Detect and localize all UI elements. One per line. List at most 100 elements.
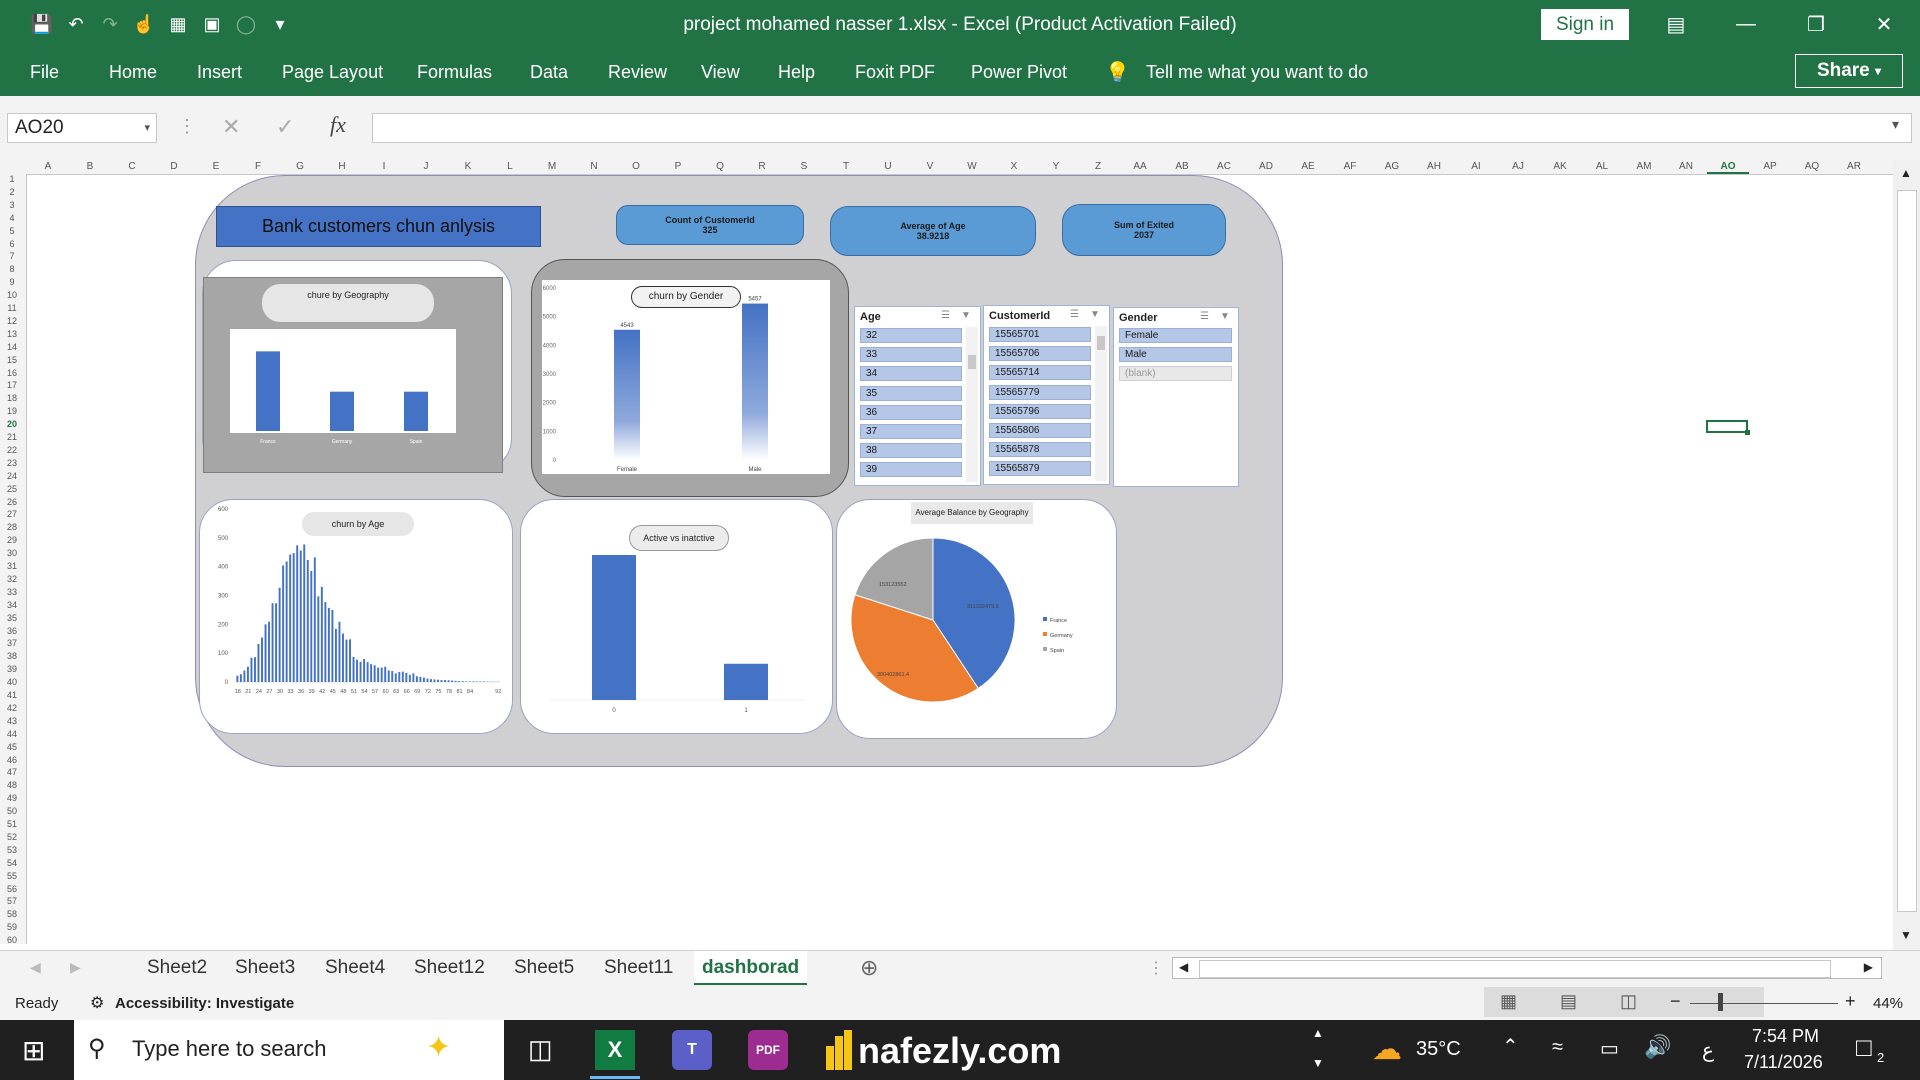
horizontal-scrollbar[interactable]: ◀ ▶ <box>1172 957 1882 979</box>
bar-age-30[interactable] <box>278 587 281 682</box>
pdf-app-icon[interactable]: PDF <box>748 1030 788 1070</box>
windows-start-icon[interactable]: ⊞ <box>22 1034 45 1067</box>
column-header[interactable]: AK <box>1539 161 1581 172</box>
slicer-item[interactable]: 15565714 <box>989 365 1091 381</box>
row-header[interactable]: 45 <box>0 742 24 752</box>
name-box[interactable]: AO20 ▾ <box>7 113 157 143</box>
age-slicer[interactable]: Age ☰ ▼ 32 33 34 35 36 37 38 39 <box>854 306 981 486</box>
row-header[interactable]: 44 <box>0 729 24 739</box>
geography-chart-area[interactable]: chure by Geography France Germany Spain <box>203 277 503 473</box>
task-view-icon[interactable]: ◫ <box>528 1034 553 1065</box>
bar-age-50[interactable] <box>349 639 351 682</box>
bar-1[interactable] <box>724 663 768 700</box>
row-header[interactable]: 57 <box>0 896 24 906</box>
bar-age-72[interactable] <box>426 678 429 682</box>
bar-age-26[interactable] <box>264 624 267 682</box>
bar-age-67[interactable] <box>408 674 411 682</box>
multi-select-icon[interactable]: ☰ <box>1200 311 1209 322</box>
bar-age-56[interactable] <box>370 664 373 682</box>
row-header[interactable]: 41 <box>0 690 24 700</box>
bar-age-53[interactable] <box>359 661 362 682</box>
column-header[interactable]: A <box>27 161 69 172</box>
column-header[interactable]: S <box>783 161 825 172</box>
slicer-item[interactable]: (blank) <box>1119 366 1232 382</box>
row-header[interactable]: 4 <box>0 213 24 223</box>
slicer-item[interactable]: 15565806 <box>989 423 1091 438</box>
bar-age-38[interactable] <box>306 560 309 682</box>
column-header[interactable]: AA <box>1119 161 1161 172</box>
row-header[interactable]: 20 <box>0 419 24 429</box>
new-sheet-icon[interactable]: ⊕ <box>860 955 878 981</box>
row-header[interactable]: 11 <box>0 303 24 313</box>
bar-age-66[interactable] <box>405 672 408 682</box>
minimize-icon[interactable]: — <box>1730 10 1762 38</box>
sheet-tab-sheet12[interactable]: Sheet12 <box>414 957 485 979</box>
column-header[interactable]: X <box>993 161 1035 172</box>
row-header[interactable]: 13 <box>0 329 24 339</box>
bar-age-39[interactable] <box>310 570 313 682</box>
bar-age-19[interactable] <box>239 674 242 682</box>
clock-time[interactable]: 7:54 PM <box>1752 1026 1819 1047</box>
slicer-item[interactable]: 15565701 <box>989 327 1091 342</box>
bar-male[interactable] <box>742 303 768 460</box>
bar-age-60[interactable] <box>384 666 387 682</box>
clear-filter-icon[interactable]: ▼ <box>1220 311 1230 322</box>
restore-icon[interactable]: ❐ <box>1800 10 1832 38</box>
row-header[interactable]: 6 <box>0 239 24 249</box>
bar-spain[interactable] <box>404 391 428 431</box>
column-header[interactable]: J <box>405 161 447 172</box>
bar-age-59[interactable] <box>380 667 383 682</box>
multi-select-icon[interactable]: ☰ <box>941 310 950 321</box>
file-explorer-icon[interactable] <box>826 1030 852 1070</box>
bar-age-37[interactable] <box>303 544 306 682</box>
row-header[interactable]: 31 <box>0 561 24 571</box>
battery-icon[interactable]: ▭ <box>1600 1036 1619 1061</box>
bar-age-28[interactable] <box>271 603 274 682</box>
scroll-thumb[interactable] <box>1897 190 1917 912</box>
row-header[interactable]: 56 <box>0 884 24 894</box>
multi-select-icon[interactable]: ☰ <box>1070 309 1079 320</box>
slicer-item[interactable]: 32 <box>860 328 962 343</box>
row-header[interactable]: 23 <box>0 458 24 468</box>
kpi-count-customers[interactable]: Count of CustomerId 325 <box>616 205 804 245</box>
clock-date[interactable]: 7/11/2026 <box>1744 1052 1823 1073</box>
bar-age-58[interactable] <box>377 667 380 682</box>
row-header[interactable]: 8 <box>0 264 24 274</box>
row-header[interactable]: 54 <box>0 858 24 868</box>
column-header[interactable]: AC <box>1203 161 1245 172</box>
slicer-item[interactable]: 39 <box>860 462 962 478</box>
column-header[interactable]: AN <box>1665 161 1707 172</box>
column-header[interactable]: AL <box>1581 161 1623 172</box>
column-header[interactable]: B <box>69 161 111 172</box>
bar-age-81[interactable] <box>458 681 461 682</box>
scroll-up-icon[interactable]: ▲ <box>1897 166 1915 184</box>
column-header[interactable]: V <box>909 161 951 172</box>
row-header[interactable]: 36 <box>0 626 24 636</box>
scrollbar[interactable] <box>1095 326 1107 481</box>
slicer-item[interactable]: 15565796 <box>989 403 1091 419</box>
bar-age-82[interactable] <box>461 681 464 682</box>
bar-age-34[interactable] <box>292 553 295 682</box>
insert-function-icon[interactable]: fx <box>330 112 346 138</box>
slicer-item[interactable]: 15565779 <box>989 384 1091 400</box>
accessibility-status[interactable]: Accessibility: Investigate <box>115 995 294 1012</box>
bar-age-79[interactable] <box>451 680 454 682</box>
row-header[interactable]: 28 <box>0 522 24 532</box>
scroll-down-icon[interactable]: ▼ <box>1897 928 1915 946</box>
column-header[interactable]: AQ <box>1791 161 1833 172</box>
bar-age-32[interactable] <box>285 561 288 682</box>
wifi-icon[interactable]: ≈ <box>1552 1036 1563 1059</box>
bar-age-57[interactable] <box>373 665 376 682</box>
bar-age-22[interactable] <box>250 657 253 682</box>
row-header[interactable]: 29 <box>0 535 24 545</box>
column-header[interactable]: P <box>657 161 699 172</box>
bar-age-69[interactable] <box>415 676 418 682</box>
sheet-tab-sheet11[interactable]: Sheet11 <box>604 957 673 979</box>
tab-page-layout[interactable]: Page Layout <box>282 62 383 83</box>
slicer-item[interactable]: 15565879 <box>989 461 1091 477</box>
slicer-item[interactable]: 38 <box>860 443 962 459</box>
column-header[interactable]: N <box>573 161 615 172</box>
row-header[interactable]: 55 <box>0 871 24 881</box>
scroll-right-icon[interactable]: ▶ <box>70 959 81 976</box>
bar-age-80[interactable] <box>454 680 457 682</box>
